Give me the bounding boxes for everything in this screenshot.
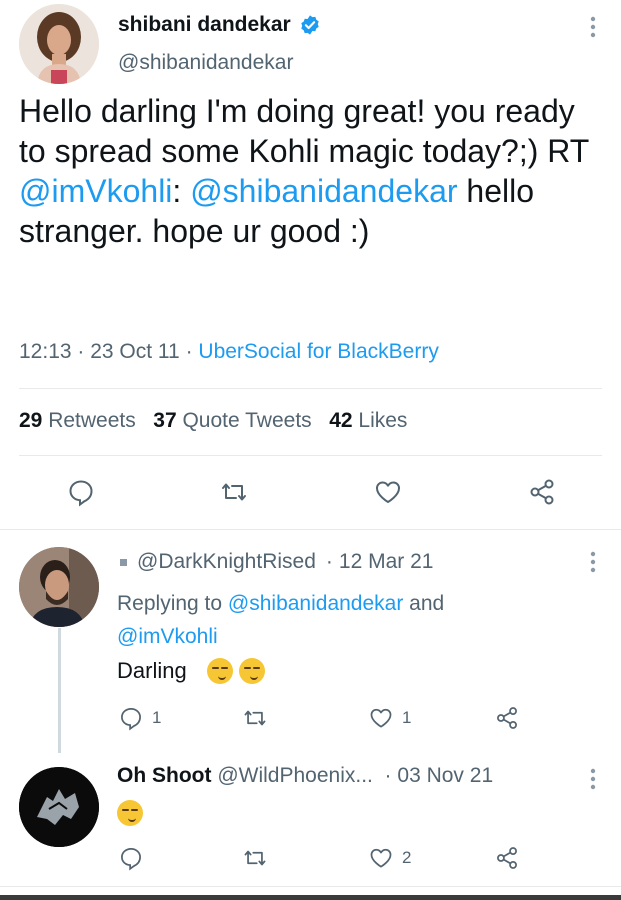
mention-link[interactable]: @shibanidandekar: [228, 592, 403, 615]
separator: ·: [378, 764, 392, 787]
display-name[interactable]: shibani dandekar: [118, 13, 291, 37]
retweets-count: 29: [19, 409, 43, 432]
separator: ·: [325, 550, 333, 573]
verified-badge-icon: [301, 15, 319, 35]
tweet-time[interactable]: 12:13: [19, 340, 72, 363]
quotes-label: Quote Tweets: [182, 409, 312, 432]
retweets-stat[interactable]: 29 Retweets: [19, 409, 136, 432]
reply-header: Oh Shoot @WildPhoenix... · 03 Nov 21: [117, 764, 493, 788]
replying-and: and: [403, 592, 445, 615]
retweet-icon[interactable]: [242, 705, 268, 731]
reply-text: [117, 800, 143, 831]
divider: [0, 529, 621, 530]
smirk-emoji: [117, 800, 143, 826]
more-icon[interactable]: [590, 16, 596, 38]
reply-header: @DarkKnightRised · 12 Mar 21: [120, 550, 433, 574]
avatar[interactable]: [19, 4, 99, 84]
like-icon[interactable]: [368, 705, 394, 731]
share-icon[interactable]: [527, 477, 557, 507]
reply-icon[interactable]: [118, 845, 144, 871]
like-count: 1: [402, 708, 412, 727]
like-icon[interactable]: [368, 845, 394, 871]
display-name-placeholder-icon: [120, 558, 127, 566]
divider: [19, 455, 602, 456]
tweet-source[interactable]: UberSocial for BlackBerry: [198, 340, 438, 363]
tweet-date[interactable]: 23 Oct 11: [90, 340, 180, 363]
reply-button[interactable]: [118, 705, 144, 736]
mention-link[interactable]: @imVkohli: [117, 625, 218, 648]
tweet-meta: 12:13 · 23 Oct 11 · UberSocial for Black…: [19, 340, 439, 363]
reply-count: 1: [152, 708, 162, 727]
bottom-edge: [0, 895, 621, 900]
quote-tweets-stat[interactable]: 37 Quote Tweets: [153, 409, 311, 432]
tweet-text: Hello darling I'm doing great! you ready…: [19, 91, 599, 251]
divider: [0, 886, 621, 887]
reply-handle[interactable]: @WildPhoenix...: [217, 764, 373, 787]
author-handle[interactable]: @shibanidandekar: [118, 51, 293, 75]
smirk-emoji: [238, 658, 265, 684]
likes-stat[interactable]: 42 Likes: [329, 409, 407, 432]
likes-count: 42: [329, 409, 353, 432]
avatar[interactable]: [19, 547, 99, 627]
reply-text: Darling: [117, 658, 265, 684]
like-count: 2: [402, 848, 412, 867]
smirk-emoji: [206, 658, 233, 684]
mention-link[interactable]: @shibanidandekar: [190, 173, 457, 209]
like-icon[interactable]: [373, 477, 403, 507]
tweet-text-part: :: [172, 173, 191, 209]
retweets-label: Retweets: [48, 409, 136, 432]
mention-link[interactable]: @imVkohli: [19, 173, 172, 209]
quotes-count: 37: [153, 409, 177, 432]
more-icon[interactable]: [590, 551, 596, 573]
more-icon[interactable]: [590, 768, 596, 790]
avatar[interactable]: [19, 767, 99, 847]
likes-label: Likes: [358, 409, 408, 432]
reply-date[interactable]: 03 Nov 21: [397, 764, 493, 787]
avatar-image: [19, 547, 99, 627]
tweet-text-part: Hello darling I'm doing great! you ready…: [19, 93, 589, 169]
author-name-row[interactable]: shibani dandekar: [118, 13, 321, 37]
reply-handle[interactable]: @DarkKnightRised: [137, 550, 316, 574]
share-icon[interactable]: [494, 845, 520, 871]
divider: [19, 388, 602, 389]
thread-line: [58, 628, 61, 753]
share-icon[interactable]: [494, 705, 520, 731]
reply-text-content: Darling: [117, 658, 187, 683]
retweet-icon[interactable]: [219, 477, 249, 507]
avatar-image: [19, 767, 99, 847]
reply-date[interactable]: 12 Mar 21: [339, 550, 434, 574]
retweet-icon[interactable]: [242, 845, 268, 871]
avatar-image: [19, 4, 99, 84]
display-name[interactable]: Oh Shoot: [117, 764, 211, 787]
reply-icon: [121, 708, 141, 731]
engagement-stats: 29 Retweets 37 Quote Tweets 42 Likes: [19, 409, 407, 433]
replying-prefix: Replying to: [117, 592, 228, 615]
replying-to: Replying to @shibanidandekar and @imVkohl…: [117, 587, 567, 653]
reply-icon[interactable]: [66, 477, 96, 507]
